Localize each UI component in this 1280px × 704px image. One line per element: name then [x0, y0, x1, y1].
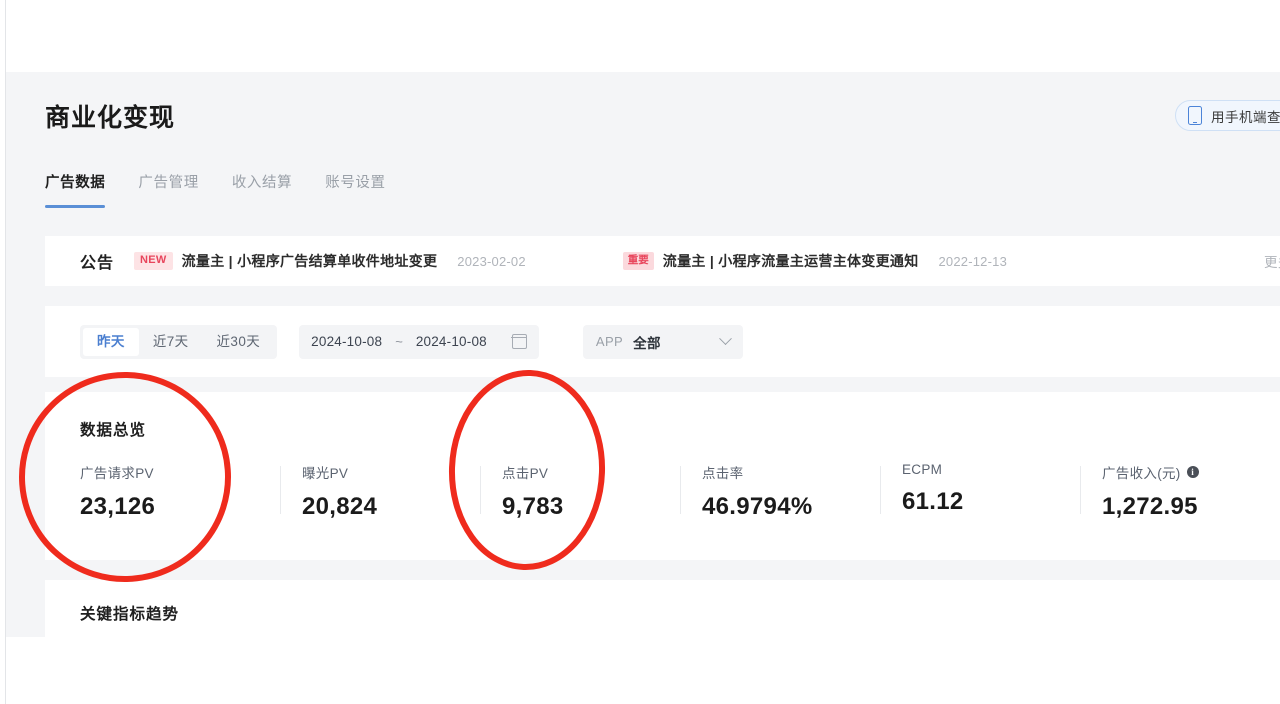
- announcement-text: 流量主 | 小程序广告结算单收件地址变更: [181, 253, 438, 269]
- metric-label: 点击PV: [502, 462, 680, 482]
- phone-icon: [1188, 106, 1202, 125]
- metric-label: 曝光PV: [302, 462, 480, 482]
- tab-ad-data[interactable]: 广告数据: [45, 171, 106, 208]
- metric-label-text: 广告请求PV: [80, 466, 154, 481]
- info-icon[interactable]: i: [1186, 466, 1199, 478]
- chevron-down-icon: [719, 332, 732, 346]
- date-preset-last-7-days[interactable]: 近7天: [139, 328, 203, 356]
- metric-label-text: 点击PV: [502, 466, 549, 481]
- metric-label: 点击率: [702, 462, 880, 482]
- announcement-date: 2023-02-02: [457, 253, 526, 269]
- metric-ad-request-pv: 广告请求PV 23,126: [80, 462, 280, 521]
- filter-bar: 昨天 近7天 近30天 2024-10-08 ~ 2024-10-08 APP …: [45, 306, 1280, 377]
- date-end-value: 2024-10-08: [415, 334, 487, 349]
- view-on-mobile-label: 用手机端查看数: [1211, 109, 1280, 125]
- date-range-separator: ~: [395, 334, 403, 349]
- metric-label: 广告收入(元) i: [1102, 462, 1280, 482]
- date-preset-group: 昨天 近7天 近30天: [80, 324, 278, 359]
- page-header: 商业化变现 用手机端查看数 广告数据 广告管理 收入结算 账号设置: [6, 72, 1280, 222]
- metric-label-text: 点击率: [702, 466, 744, 481]
- metric-value: 46.9794%: [702, 493, 813, 520]
- announcement-label: 公告: [80, 255, 115, 272]
- announcement-more-link[interactable]: 更多: [1264, 251, 1280, 271]
- app-filter-select[interactable]: APP 全部: [582, 324, 743, 359]
- data-overview-title: 数据总览: [80, 422, 147, 439]
- metric-click-pv: 点击PV 9,783: [480, 462, 680, 521]
- metric-ad-revenue: 广告收入(元) i 1,272.95: [1080, 462, 1280, 521]
- metric-click-rate: 点击率 46.9794%: [680, 462, 880, 521]
- metric-label-text: 广告收入(元): [1102, 466, 1181, 481]
- date-range-picker[interactable]: 2024-10-08 ~ 2024-10-08: [299, 324, 539, 359]
- metric-label-text: 曝光PV: [302, 466, 349, 481]
- metric-value: 9,783: [502, 493, 564, 520]
- metric-label-text: ECPM: [902, 462, 943, 477]
- key-metrics-trend-card: 关键指标趋势: [45, 580, 1280, 637]
- date-start-value: 2024-10-08: [311, 334, 383, 349]
- announcement-text: 流量主 | 小程序流量主运营主体变更通知: [662, 253, 919, 269]
- metric-value: 61.12: [902, 488, 964, 515]
- metric-value: 23,126: [80, 493, 156, 520]
- tab-account-settings[interactable]: 账号设置: [325, 171, 385, 208]
- app-page: 商业化变现 用手机端查看数 广告数据 广告管理 收入结算 账号设置 公告 NEW…: [6, 72, 1280, 637]
- announcement-item[interactable]: 重要 流量主 | 小程序流量主运营主体变更通知 2022-12-13: [622, 251, 1007, 271]
- metric-value: 20,824: [302, 493, 378, 520]
- badge-important: 重要: [622, 251, 654, 271]
- tab-revenue-settlement[interactable]: 收入结算: [232, 171, 292, 208]
- tab-ad-management[interactable]: 广告管理: [138, 171, 198, 208]
- metric-ecpm: ECPM 61.12: [880, 462, 1080, 521]
- metric-value: 1,272.95: [1102, 493, 1198, 520]
- date-preset-last-30-days[interactable]: 近30天: [203, 328, 275, 356]
- view-on-mobile-button[interactable]: 用手机端查看数: [1175, 100, 1280, 131]
- app-filter-value: 全部: [633, 335, 661, 351]
- data-overview-card: 数据总览 广告请求PV 23,126 曝光PV 20,824 点击PV 9,78…: [45, 392, 1280, 560]
- app-filter-label: APP: [595, 334, 624, 349]
- tab-bar: 广告数据 广告管理 收入结算 账号设置: [45, 171, 386, 208]
- announcement-date: 2022-12-13: [938, 253, 1007, 269]
- announcement-item[interactable]: NEW 流量主 | 小程序广告结算单收件地址变更 2023-02-02: [134, 251, 526, 271]
- badge-new: NEW: [134, 252, 173, 270]
- metric-exposure-pv: 曝光PV 20,824: [280, 462, 480, 521]
- page-title: 商业化变现: [45, 104, 176, 132]
- metrics-row: 广告请求PV 23,126 曝光PV 20,824 点击PV 9,783 点击率…: [80, 462, 1280, 521]
- metric-label: 广告请求PV: [80, 462, 280, 482]
- metric-label: ECPM: [902, 462, 1080, 477]
- date-preset-yesterday[interactable]: 昨天: [83, 327, 139, 356]
- key-metrics-trend-title: 关键指标趋势: [80, 606, 180, 623]
- calendar-icon[interactable]: [511, 334, 528, 349]
- screenshot-root: 商业化变现 用手机端查看数 广告数据 广告管理 收入结算 账号设置 公告 NEW…: [0, 0, 1280, 704]
- announcement-bar: 公告 NEW 流量主 | 小程序广告结算单收件地址变更 2023-02-02 重…: [45, 236, 1280, 286]
